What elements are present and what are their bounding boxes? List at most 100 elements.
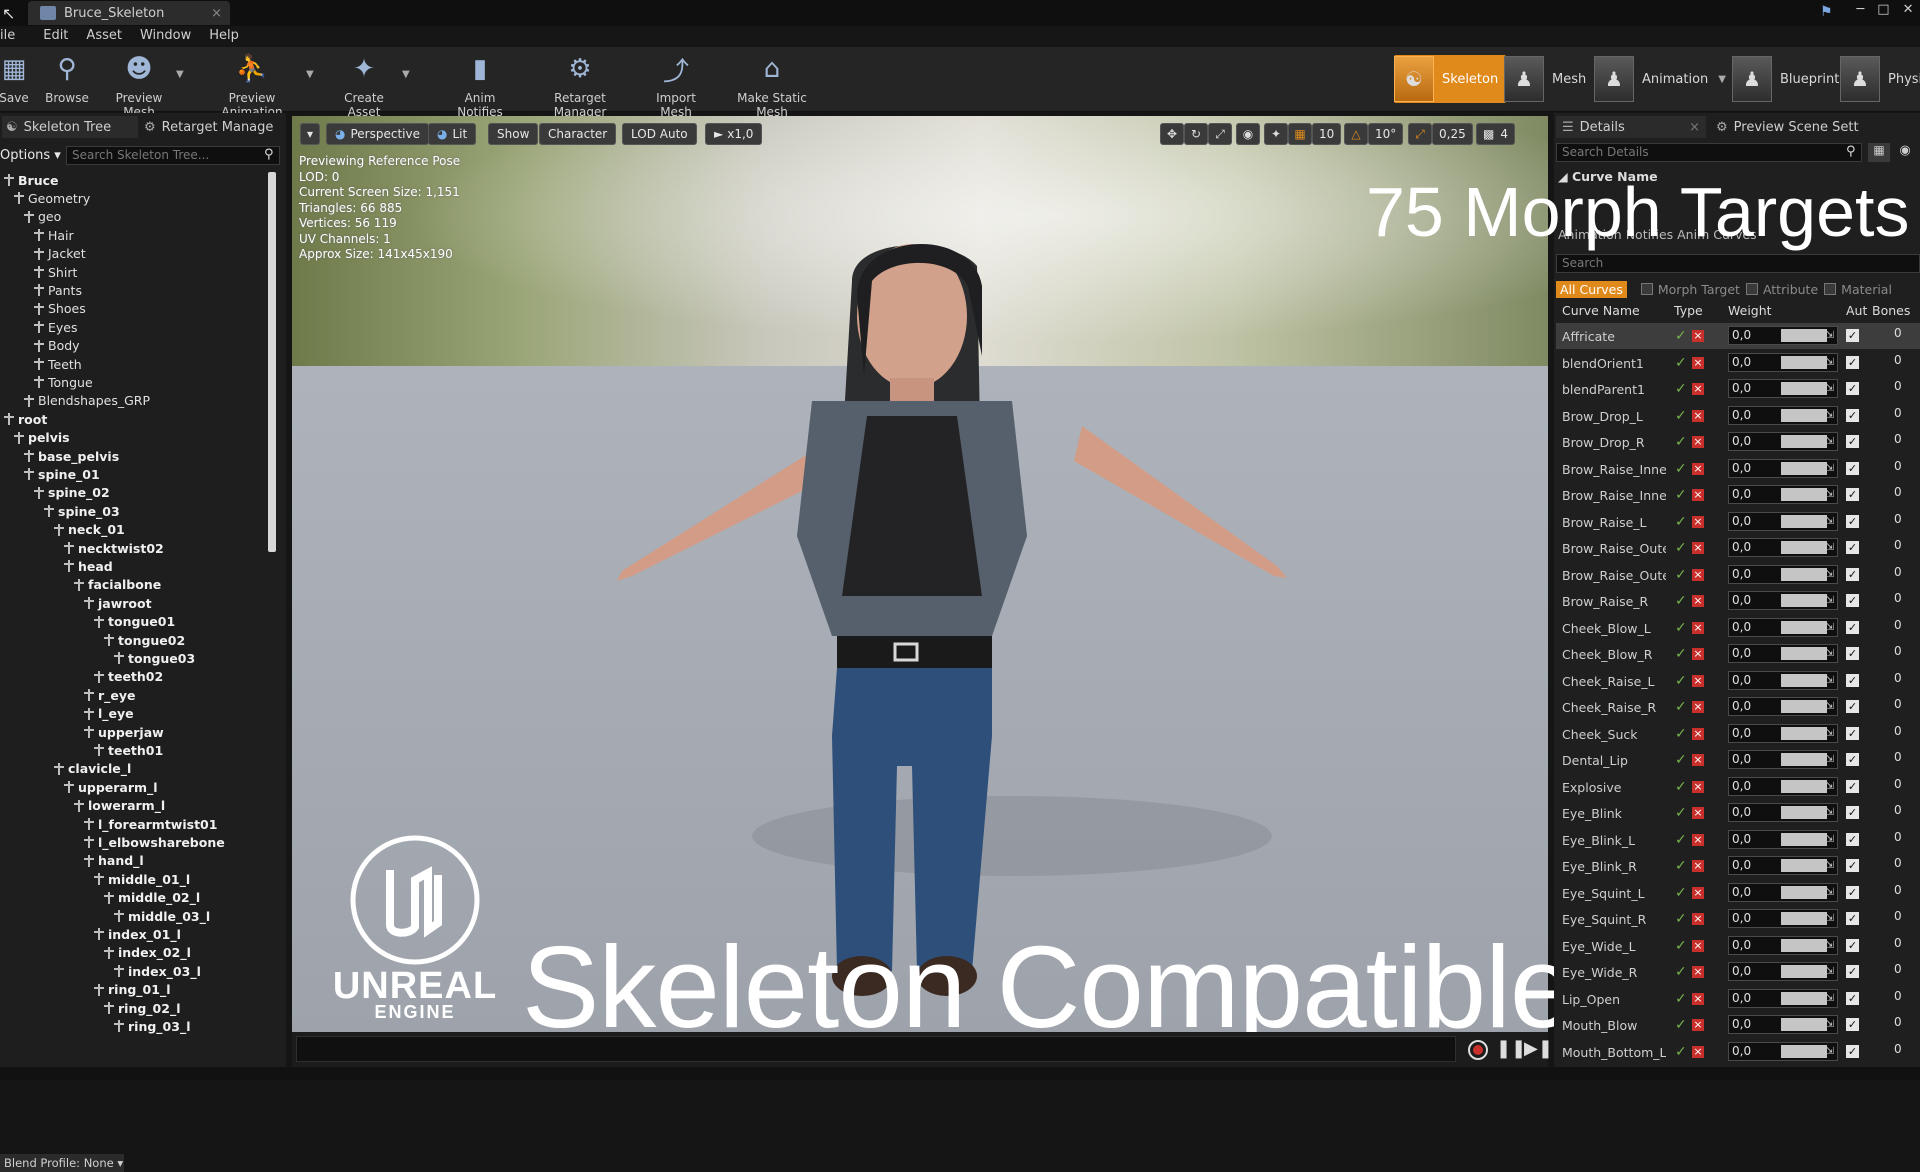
curve-row[interactable]: Cheek_Raise_L ✓ × 0,0 ⇲ ✓ 0 <box>1556 668 1920 694</box>
weight-drag-icon[interactable]: ⇲ <box>1826 1016 1834 1033</box>
curve-row[interactable]: Cheek_Blow_R ✓ × 0,0 ⇲ ✓ 0 <box>1556 641 1920 667</box>
perspective-button[interactable]: ◕ Perspective <box>326 123 429 145</box>
morph-target-type-icon[interactable]: ✓ <box>1675 674 1687 688</box>
weight-drag-icon[interactable]: ⇲ <box>1826 884 1834 901</box>
tree-node[interactable]: base_pelvis <box>24 447 119 465</box>
weight-drag-icon[interactable]: ⇲ <box>1826 354 1834 371</box>
filter-all-curves[interactable]: All Curves <box>1556 280 1627 298</box>
morph-target-type-icon[interactable]: ✓ <box>1675 886 1687 900</box>
weight-field[interactable]: 0,0 ⇲ <box>1728 326 1838 345</box>
playback-speed-button[interactable]: ► x1,0 <box>705 123 763 145</box>
rotate-icon[interactable]: ↻ <box>1184 123 1208 145</box>
tree-node[interactable]: Shirt <box>34 263 77 281</box>
tree-node[interactable]: l_elbowsharebone <box>84 833 225 851</box>
weight-slider[interactable] <box>1781 488 1827 501</box>
tree-node[interactable]: neck_01 <box>54 521 125 539</box>
tab-close-icon[interactable]: × <box>211 6 222 21</box>
weight-slider[interactable] <box>1781 779 1827 793</box>
character-button[interactable]: Character <box>539 123 617 145</box>
weight-field[interactable]: 0,0 ⇲ <box>1728 882 1838 902</box>
material-type-icon[interactable]: × <box>1692 568 1704 581</box>
curve-row[interactable]: Eye_Blink ✓ × 0,0 ⇲ ✓ 0 <box>1556 800 1920 826</box>
create-asset-dropdown-icon[interactable]: ▼ <box>402 69 410 80</box>
material-type-icon[interactable]: × <box>1692 648 1704 660</box>
preview-mesh-dropdown-icon[interactable]: ▼ <box>176 69 184 80</box>
options-dropdown[interactable]: Options ▾ <box>0 148 61 163</box>
morph-target-type-icon[interactable]: ✓ <box>1675 409 1687 423</box>
morph-target-type-icon[interactable]: ✓ <box>1675 515 1687 529</box>
menu-help[interactable]: Help <box>209 28 239 43</box>
material-type-icon[interactable]: × <box>1692 807 1704 819</box>
weight-slider[interactable] <box>1781 912 1827 925</box>
material-type-icon[interactable]: × <box>1692 542 1704 554</box>
menu-edit[interactable]: Edit <box>43 28 68 43</box>
mode-blueprint-button[interactable]: ♟ Blueprint <box>1732 55 1839 103</box>
tree-node[interactable]: index_03_l <box>114 962 201 980</box>
curve-row[interactable]: Eye_Blink_L ✓ × 0,0 ⇲ ✓ 0 <box>1556 827 1920 853</box>
details-eye-icon[interactable]: ◉ <box>1894 143 1916 162</box>
tab-retarget-manager[interactable]: ⚙ Retarget Manage <box>142 116 282 138</box>
tree-node[interactable]: Hair <box>34 226 74 244</box>
weight-slider[interactable] <box>1781 1044 1827 1058</box>
tree-node[interactable]: ring_02_l <box>104 999 180 1017</box>
weight-drag-icon[interactable]: ⇲ <box>1826 566 1834 583</box>
morph-target-checkbox[interactable] <box>1640 283 1653 295</box>
notification-icon[interactable]: ⚑ <box>1820 4 1833 20</box>
grid-snap-icon[interactable]: ▦ <box>1288 123 1312 145</box>
weight-slider[interactable] <box>1781 859 1827 872</box>
material-type-icon[interactable]: × <box>1692 462 1704 475</box>
morph-target-type-icon[interactable]: ✓ <box>1675 806 1687 820</box>
tree-node[interactable]: spine_01 <box>24 465 100 483</box>
curve-row[interactable]: Eye_Blink_R ✓ × 0,0 ⇲ ✓ 0 <box>1556 853 1920 879</box>
curve-row[interactable]: Brow_Raise_Inner_ ✓ × 0,0 ⇲ ✓ 0 <box>1556 456 1920 482</box>
lod-button[interactable]: LOD Auto <box>622 123 697 145</box>
morph-target-type-icon[interactable]: ✓ <box>1675 912 1687 926</box>
auto-checkbox[interactable]: ✓ <box>1846 673 1859 687</box>
weight-drag-icon[interactable]: ⇲ <box>1826 407 1834 424</box>
weight-field[interactable]: 0,0 ⇲ <box>1728 803 1838 822</box>
weight-drag-icon[interactable]: ⇲ <box>1826 990 1834 1007</box>
curve-row[interactable]: Eye_Squint_L ✓ × 0,0 ⇲ ✓ 0 <box>1556 880 1920 906</box>
weight-field[interactable]: 0,0 ⇲ <box>1728 564 1838 584</box>
tree-node[interactable]: spine_02 <box>34 484 110 502</box>
weight-drag-icon[interactable]: ⇲ <box>1826 725 1834 742</box>
tree-node[interactable]: upperjaw <box>84 723 164 741</box>
weight-slider[interactable] <box>1781 700 1827 713</box>
morph-target-type-icon[interactable]: ✓ <box>1675 780 1687 794</box>
curve-row[interactable]: Cheek_Raise_R ✓ × 0,0 ⇲ ✓ 0 <box>1556 694 1920 720</box>
lit-button[interactable]: ◕ Lit <box>428 123 477 145</box>
menu-asset[interactable]: Asset <box>86 28 122 43</box>
tree-node[interactable]: hand_l <box>84 852 144 870</box>
grid-size-button[interactable]: 10 <box>1312 123 1342 145</box>
morph-target-type-icon[interactable]: ✓ <box>1675 1018 1687 1032</box>
search-skeleton-tree-input[interactable]: Search Skeleton Tree... <box>66 146 280 165</box>
tab-preview-scene-settings[interactable]: ⚙ Preview Scene Sett <box>1712 116 1912 138</box>
step-forward-icon[interactable]: ▶❚ <box>1524 1038 1553 1059</box>
scale-snap-button[interactable]: 0,25 <box>1432 123 1473 145</box>
animation-mode-dropdown-icon[interactable]: ▼ <box>1718 74 1726 85</box>
tree-node[interactable]: Blendshapes_GRP <box>24 392 150 410</box>
weight-slider[interactable] <box>1781 329 1827 342</box>
tree-node[interactable]: facialbone <box>74 576 161 594</box>
rotation-snap-button[interactable]: 10° <box>1368 123 1404 145</box>
auto-checkbox[interactable]: ✓ <box>1846 461 1859 475</box>
attribute-checkbox[interactable] <box>1745 283 1758 295</box>
weight-field[interactable]: 0,0 ⇲ <box>1728 617 1838 637</box>
weight-field[interactable]: 0,0 ⇲ <box>1728 856 1838 875</box>
world-local-icon[interactable]: ◉ <box>1236 123 1260 145</box>
curve-row[interactable]: Brow_Raise_Outer_ ✓ × 0,0 ⇲ ✓ 0 <box>1556 535 1920 561</box>
weight-slider[interactable] <box>1781 620 1827 634</box>
morph-target-type-icon[interactable]: ✓ <box>1675 462 1687 476</box>
material-type-icon[interactable]: × <box>1692 913 1704 925</box>
tree-node[interactable]: Pants <box>34 281 82 299</box>
material-type-icon[interactable]: × <box>1692 674 1704 687</box>
curve-row[interactable]: blendOrient1 ✓ × 0,0 ⇲ ✓ 0 <box>1556 350 1920 376</box>
weight-field[interactable]: 0,0 ⇲ <box>1728 405 1838 425</box>
maximize-icon[interactable]: □ <box>1877 2 1889 22</box>
preview-mesh-button[interactable]: ☻ Preview Mesh <box>98 51 180 119</box>
material-type-icon[interactable]: × <box>1692 701 1704 713</box>
weight-drag-icon[interactable]: ⇲ <box>1826 513 1834 530</box>
asset-tab[interactable]: Bruce_Skeleton × <box>28 1 230 25</box>
tree-node[interactable]: pelvis <box>14 429 70 447</box>
mode-physics-button[interactable]: ♟ Physi <box>1840 55 1920 103</box>
